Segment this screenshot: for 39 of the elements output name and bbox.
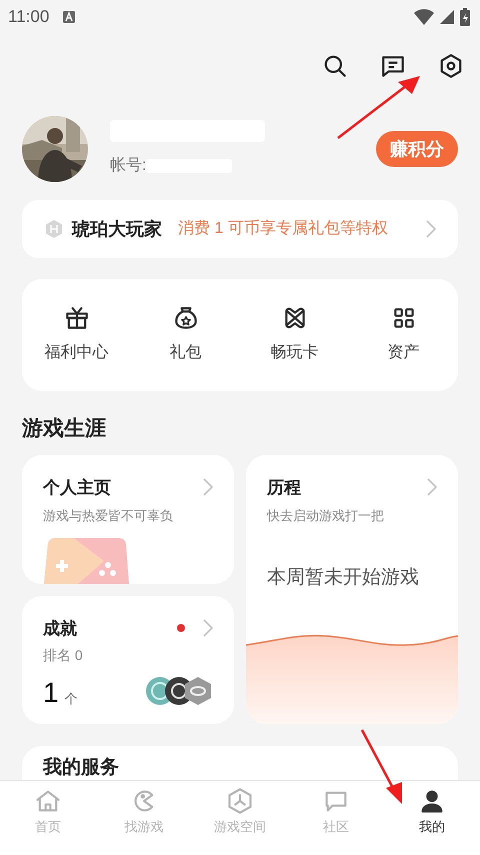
wifi-icon (414, 9, 434, 25)
shortcut-item[interactable]: 礼包 (131, 305, 240, 365)
money-bag-icon (172, 305, 198, 331)
gift-icon (64, 305, 90, 331)
membership-level: 琥珀大玩家 (72, 218, 162, 240)
membership-banner[interactable]: 琥珀大玩家 消费 1 可币享专属礼包等特权 (22, 200, 458, 258)
card-subtitle: 排名 0 (43, 646, 84, 665)
account-label: 帐号: (110, 156, 146, 176)
chevron-right-icon (427, 478, 437, 496)
shortcut-item[interactable]: 福利中心 (22, 305, 131, 365)
chevron-right-icon (426, 220, 436, 238)
search-icon (322, 53, 348, 79)
achievement-card[interactable]: 成就 排名 0 1 个 (22, 596, 234, 724)
homepage-card[interactable]: 个人主页 游戏与热爱皆不可辜负 (22, 454, 234, 584)
nav-tab[interactable]: 我的 (384, 781, 480, 843)
battery-icon (460, 8, 470, 26)
badge-icon (44, 219, 64, 239)
history-card[interactable]: 历程 快去启动游戏打一把 本周暂未开始游戏 (246, 454, 458, 724)
empty-message: 本周暂未开始游戏 (267, 566, 420, 590)
section-title: 游戏生涯 (22, 417, 106, 440)
card-subtitle: 快去启动游戏打一把 (267, 507, 385, 525)
card-title: 个人主页 (43, 476, 111, 498)
status-time: 11:00 (8, 6, 50, 28)
chevron-right-icon (203, 619, 213, 638)
medals-icon (145, 676, 213, 706)
shortcut-item[interactable]: 畅玩卡 (240, 305, 349, 365)
hexagon-icon (226, 787, 254, 816)
settings-icon (438, 53, 464, 79)
notification-icon (63, 11, 76, 23)
achievement-count: 1 (43, 678, 59, 708)
card-subtitle: 游戏与热爱皆不可辜负 (43, 507, 174, 525)
membership-promo: 消费 1 可币享专属礼包等特权 (178, 218, 388, 239)
card-title: 历程 (267, 476, 301, 498)
signal-icon (440, 10, 454, 24)
services-title: 我的服务 (43, 756, 119, 778)
chevron-right-icon (203, 478, 213, 496)
shortcut-item[interactable]: 资产 (349, 305, 458, 365)
card-title: 成就 (43, 618, 77, 640)
count-unit: 个 (64, 690, 78, 708)
